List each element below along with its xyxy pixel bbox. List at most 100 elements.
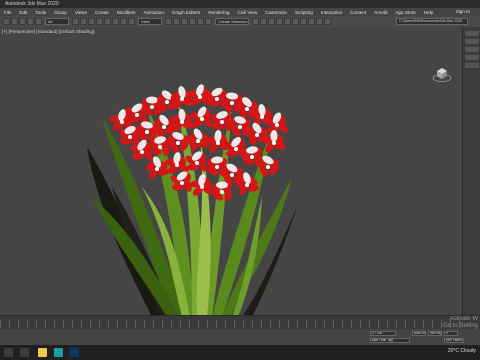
windows-taskbar: 20°C Cloudy — [0, 345, 480, 360]
flower-center — [162, 125, 166, 129]
pivot-icon[interactable] — [165, 18, 172, 25]
status-bar: 0 / 100 Add Time Tag Auto Key Set Key Ke… — [0, 329, 480, 345]
3dsmax-icon[interactable] — [54, 348, 63, 357]
auto-key-button[interactable]: Auto Key — [412, 331, 426, 336]
region-select-icon[interactable] — [88, 18, 95, 25]
flower-center — [275, 123, 279, 127]
flower-center — [135, 113, 139, 117]
flower-plant-model[interactable] — [82, 77, 322, 322]
unlink-icon[interactable] — [27, 18, 34, 25]
photoshop-icon[interactable] — [70, 348, 79, 357]
render-icon[interactable] — [324, 18, 331, 25]
scale-icon[interactable] — [120, 18, 127, 25]
flower-center — [230, 101, 234, 105]
create-tab-icon[interactable] — [465, 31, 479, 36]
curve-editor-icon[interactable] — [284, 18, 291, 25]
reference-coordinate-dropdown[interactable]: View — [138, 18, 162, 25]
flower-center — [220, 190, 224, 194]
current-frame-field[interactable]: 0 — [444, 331, 458, 336]
flower-center — [200, 185, 204, 189]
add-time-tag-button[interactable]: Add Time Tag — [370, 338, 410, 343]
flower-center — [180, 97, 184, 101]
schematic-view-icon[interactable] — [292, 18, 299, 25]
set-key-button[interactable]: Set Key — [428, 331, 442, 336]
start-icon[interactable] — [4, 348, 13, 357]
menu-item-scripting[interactable]: Scripting — [291, 10, 317, 15]
flower-center — [272, 141, 276, 145]
flower-center — [175, 163, 179, 167]
menu-item-civil-view[interactable]: Civil View — [233, 10, 261, 15]
modifier-stack-item[interactable] — [465, 55, 479, 60]
menu-item-tools[interactable]: Tools — [31, 10, 50, 15]
redo-icon[interactable] — [11, 18, 18, 25]
align-icon[interactable] — [260, 18, 267, 25]
select-object-icon[interactable] — [72, 18, 79, 25]
petal — [216, 181, 228, 189]
flower-center — [145, 130, 149, 134]
title-bar: Autodesk 3ds Max 2020 — [0, 0, 480, 8]
snap-icon[interactable] — [189, 18, 196, 25]
perspective-viewport[interactable]: [+] [Perspective] [Standard] [Default Sh… — [0, 27, 462, 317]
mirror-icon[interactable] — [252, 18, 259, 25]
menu-item-file[interactable]: File — [0, 10, 15, 15]
window-crossing-icon[interactable] — [96, 18, 103, 25]
flower-center — [220, 120, 224, 124]
project-path-field[interactable]: C:\Users\RM\Documents\3ds Max 2020 — [396, 18, 468, 25]
rotate-icon[interactable] — [112, 18, 119, 25]
viewcube-icon[interactable] — [432, 65, 452, 83]
time-slider[interactable] — [0, 315, 480, 330]
render-setup-icon[interactable] — [308, 18, 315, 25]
menu-item-views[interactable]: Views — [71, 10, 91, 15]
menu-item-app-store[interactable]: App Store — [391, 10, 419, 15]
select-by-name-icon[interactable] — [80, 18, 87, 25]
menu-item-animation[interactable]: Animation — [139, 10, 167, 15]
menu-item-graph-editors[interactable]: Graph Editors — [168, 10, 204, 15]
flower-center — [196, 139, 200, 143]
menu-item-content[interactable]: Content — [346, 10, 370, 15]
sign-in-link[interactable]: Sign In — [456, 8, 470, 15]
modifier-list-dropdown[interactable] — [465, 47, 479, 52]
undo-icon[interactable] — [3, 18, 10, 25]
folder-icon[interactable] — [38, 348, 47, 357]
search-icon[interactable] — [20, 348, 29, 357]
flower-center — [176, 141, 180, 145]
flower-center — [255, 133, 259, 137]
modify-tab-icon[interactable] — [465, 39, 479, 44]
flower-center — [266, 165, 270, 169]
weather-text: Cloudy — [460, 348, 476, 354]
menu-item-help[interactable]: Help — [420, 10, 437, 15]
named-selection-dropdown[interactable]: Create Selection Se — [215, 18, 249, 25]
percent-snap-icon[interactable] — [205, 18, 212, 25]
menu-item-customize[interactable]: Customize — [261, 10, 291, 15]
main-toolbar: All View Create Selection Se C:\Users\RM… — [0, 16, 480, 27]
flower-cluster — [212, 181, 233, 201]
angle-snap-icon[interactable] — [197, 18, 204, 25]
layer-explorer-icon[interactable] — [268, 18, 275, 25]
rendered-frame-icon[interactable] — [316, 18, 323, 25]
ribbon-icon[interactable] — [276, 18, 283, 25]
flower-center — [230, 173, 234, 177]
menu-item-edit[interactable]: Edit — [15, 10, 31, 15]
placement-icon[interactable] — [128, 18, 135, 25]
select-manipulate-icon[interactable] — [173, 18, 180, 25]
selection-filter-dropdown[interactable]: All — [45, 18, 69, 25]
menu-item-rendering[interactable]: Rendering — [204, 10, 233, 15]
viewport-label[interactable]: [+] [Perspective] [Standard] [Default Sh… — [2, 29, 94, 34]
flower-center — [155, 167, 159, 171]
key-filters-button[interactable]: Key Filters... — [444, 338, 464, 343]
material-editor-icon[interactable] — [300, 18, 307, 25]
bind-icon[interactable] — [35, 18, 42, 25]
menu-item-create[interactable]: Create — [91, 10, 113, 15]
modifier-stack-item[interactable] — [465, 63, 479, 68]
menu-item-arnold[interactable]: Arnold — [370, 10, 391, 15]
menu-item-group[interactable]: Group — [50, 10, 71, 15]
move-icon[interactable] — [104, 18, 111, 25]
menu-item-modifiers[interactable]: Modifiers — [113, 10, 140, 15]
flower-center — [238, 125, 242, 129]
menu-item-interactive[interactable]: Interactive — [317, 10, 346, 15]
keyboard-shortcut-icon[interactable] — [181, 18, 188, 25]
link-icon[interactable] — [19, 18, 26, 25]
flower-center — [140, 150, 144, 154]
frame-counter: 0 / 100 — [370, 331, 396, 336]
flower-center — [234, 147, 238, 151]
